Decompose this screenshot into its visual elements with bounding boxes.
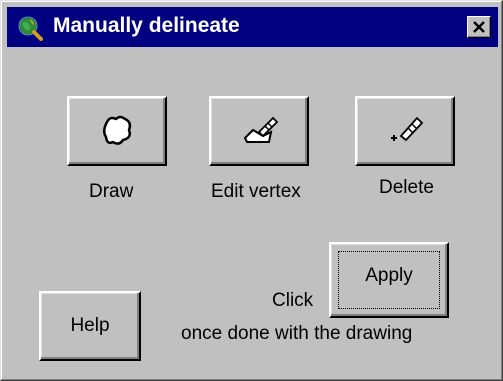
polygon-blob-icon	[103, 115, 132, 145]
dialog-window: Manually delineate Draw Edit vertex Dele…	[0, 0, 503, 381]
click-text: Click	[272, 290, 314, 311]
edit-vertex-pen-icon	[243, 116, 279, 143]
apply-label: Apply	[365, 265, 413, 286]
window-title: Manually delineate	[53, 14, 240, 37]
delete-button[interactable]	[355, 96, 455, 166]
title-bar[interactable]: Manually delineate	[7, 7, 498, 47]
delete-label: Delete	[379, 177, 434, 198]
draw-label: Draw	[89, 181, 134, 202]
help-button[interactable]: Help	[39, 291, 141, 361]
delete-vertex-pen-icon	[391, 116, 424, 142]
edit-vertex-button[interactable]	[209, 96, 309, 166]
close-icon	[473, 21, 485, 33]
close-button[interactable]	[467, 16, 491, 38]
apply-button[interactable]: Apply	[329, 242, 449, 318]
draw-button[interactable]	[67, 96, 167, 166]
globe-magnifier-icon	[17, 15, 43, 41]
instruction-text: once done with the drawing	[181, 323, 413, 344]
edit-vertex-label: Edit vertex	[211, 181, 301, 202]
